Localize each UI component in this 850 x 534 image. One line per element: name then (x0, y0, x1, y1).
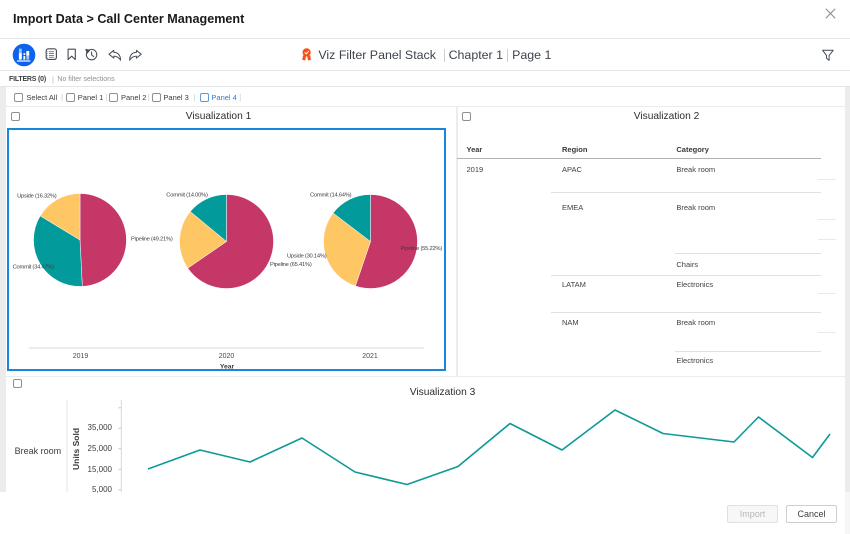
svg-text:Commit (34.47%): Commit (34.47%) (13, 264, 55, 270)
svg-text:Pipeline (65.41%): Pipeline (65.41%) (270, 262, 312, 268)
svg-text:Commit (14.64%): Commit (14.64%) (310, 192, 352, 198)
svg-text:Year: Year (220, 364, 235, 371)
svg-text:Pipeline (55.22%): Pipeline (55.22%) (401, 246, 443, 252)
svg-text:Upside (30.14%): Upside (30.14%) (287, 253, 327, 259)
svg-text:2020: 2020 (219, 353, 235, 360)
svg-text:Commit (14.00%): Commit (14.00%) (166, 192, 208, 198)
svg-text:2021: 2021 (362, 353, 378, 360)
svg-text:2019: 2019 (73, 353, 89, 360)
svg-text:Pipeline (49.21%): Pipeline (49.21%) (131, 236, 173, 242)
svg-text:Upside (16.32%): Upside (16.32%) (17, 194, 57, 200)
